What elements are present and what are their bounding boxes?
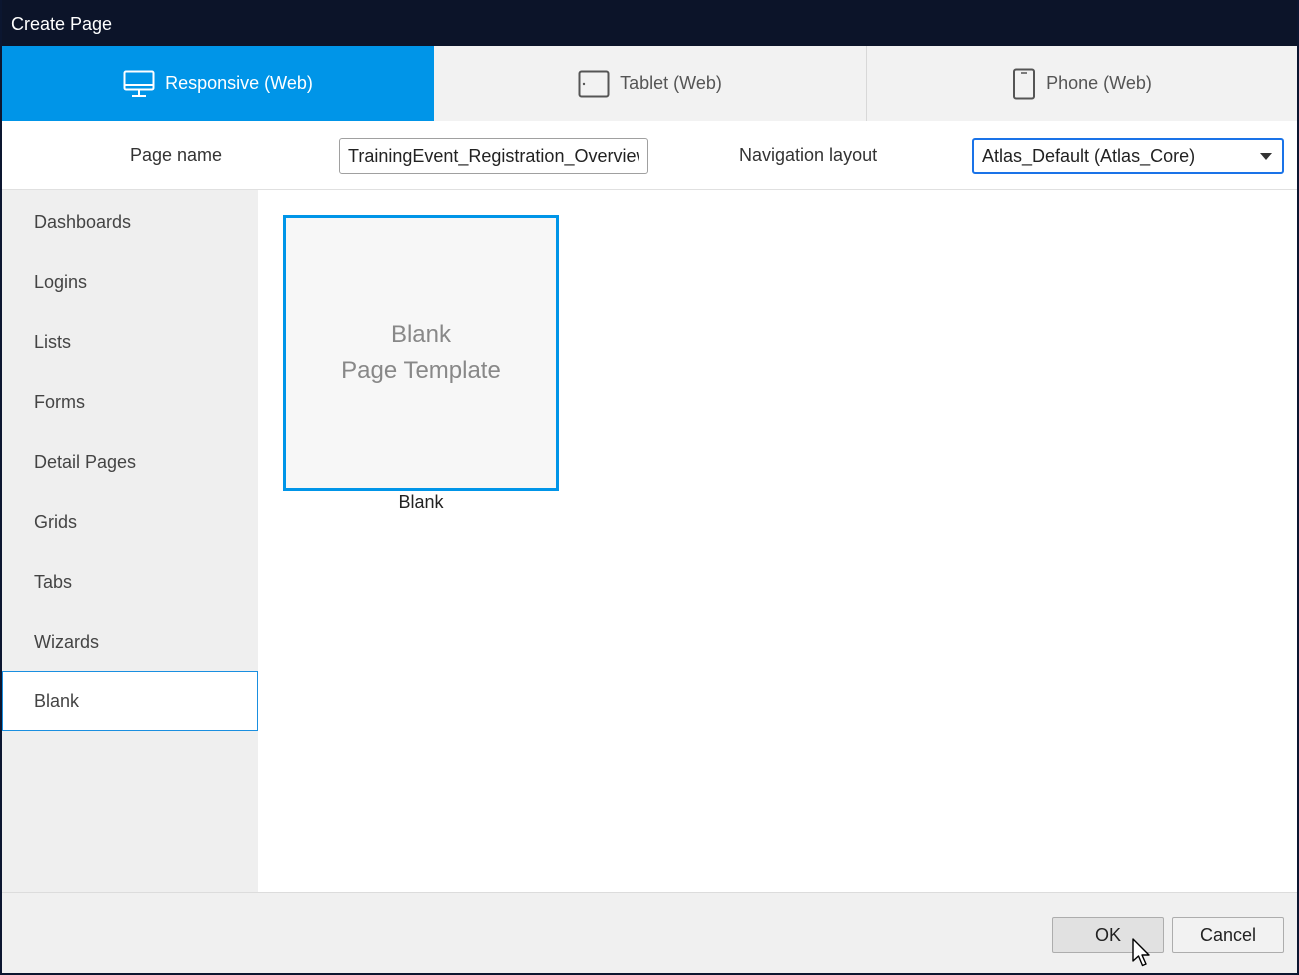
template-preview-line2: Page Template <box>341 357 501 384</box>
phone-icon <box>1012 68 1036 100</box>
window-title: Create Page <box>2 0 1297 46</box>
navigation-layout-select[interactable]: Atlas_Default (Atlas_Core) <box>972 138 1284 174</box>
template-preview-line1: Blank <box>390 321 452 348</box>
sidebar-item-forms[interactable]: Forms <box>2 372 258 432</box>
monitor-icon <box>123 70 155 98</box>
page-name-label: Page name <box>130 145 223 165</box>
sidebar-item-tabs[interactable]: Tabs <box>2 552 258 612</box>
device-tabs: Responsive (Web) Tablet (Web) Phone (Web… <box>2 46 1297 121</box>
sidebar-item-detail-pages[interactable]: Detail Pages <box>2 432 258 492</box>
sidebar-item-logins[interactable]: Logins <box>2 252 258 312</box>
tablet-icon <box>578 70 610 98</box>
tab-responsive-web[interactable]: Responsive (Web) <box>2 46 434 121</box>
sidebar-item-blank[interactable]: Blank <box>2 671 258 731</box>
template-card-blank[interactable]: Blank Page Template <box>283 215 559 491</box>
navigation-layout-label: Navigation layout <box>739 145 878 165</box>
sidebar-item-grids[interactable]: Grids <box>2 492 258 552</box>
tab-label: Tablet (Web) <box>620 73 722 93</box>
page-name-input[interactable] <box>339 138 648 174</box>
tab-phone-web[interactable]: Phone (Web) <box>867 46 1297 121</box>
tab-tablet-web[interactable]: Tablet (Web) <box>434 46 867 121</box>
tab-label: Responsive (Web) <box>165 73 313 93</box>
navigation-layout-value: Atlas_Default (Atlas_Core) <box>982 146 1196 166</box>
tab-label: Phone (Web) <box>1046 73 1152 93</box>
sidebar-item-wizards[interactable]: Wizards <box>2 612 258 672</box>
chevron-down-icon <box>1260 153 1272 160</box>
create-page-dialog: Create Page Responsive (Web) Tablet (Web… <box>0 0 1299 975</box>
sidebar-item-lists[interactable]: Lists <box>2 312 258 372</box>
mouse-pointer-icon <box>1132 938 1152 973</box>
sidebar-item-dashboards[interactable]: Dashboards <box>2 192 258 252</box>
template-gallery: Blank Page Template Blank <box>258 190 1297 892</box>
template-category-sidebar: Dashboards Logins Lists Forms Detail Pag… <box>2 190 258 892</box>
cancel-button[interactable]: Cancel <box>1172 917 1284 953</box>
page-settings-row: Page name Navigation layout Atlas_Defaul… <box>2 121 1297 190</box>
dialog-footer: OK Cancel <box>2 892 1297 973</box>
template-caption: Blank <box>398 492 444 512</box>
